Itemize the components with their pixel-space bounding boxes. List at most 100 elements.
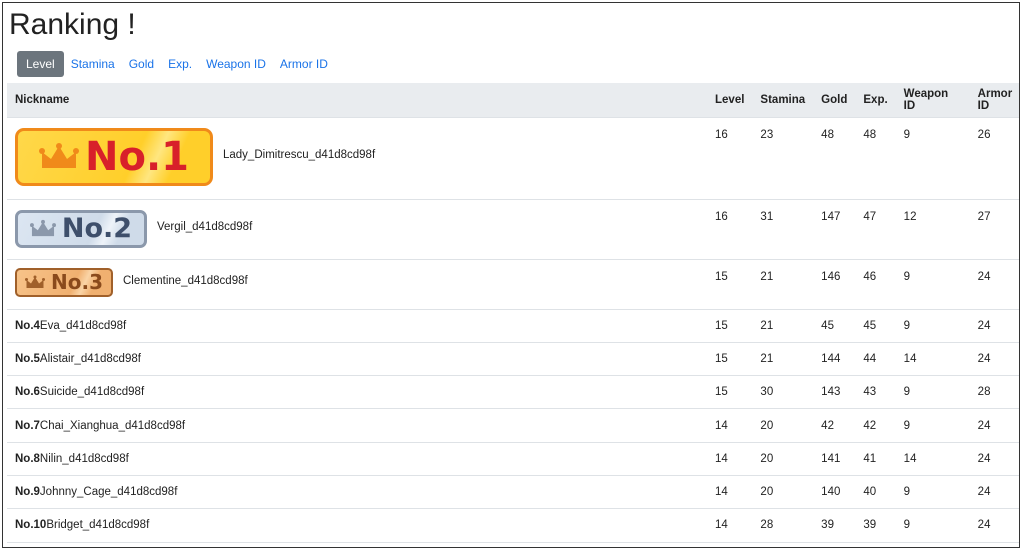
- stamina-cell: 20: [752, 442, 814, 476]
- table-row: No.10Bridget_d41d8cd98f 14 28 39 39 9 24: [7, 508, 1019, 543]
- tab-level[interactable]: Level: [17, 51, 64, 77]
- stamina-cell: 20: [752, 408, 814, 443]
- weapon-cell: 9: [895, 259, 970, 310]
- crown-icon: [29, 219, 56, 236]
- rank-label: No.7: [15, 419, 40, 432]
- player-nickname: Lady_Dimitrescu_d41d8cd98f: [223, 148, 376, 161]
- exp-cell: 44: [855, 342, 896, 377]
- tab-armor-id[interactable]: Armor ID: [273, 51, 335, 77]
- level-cell: 14: [707, 408, 753, 443]
- player-nickname: Bridget_d41d8cd98f: [46, 519, 150, 532]
- exp-cell: 48: [855, 117, 896, 200]
- gold-cell: 45: [813, 309, 856, 343]
- exp-cell: 39: [855, 508, 896, 543]
- rank-1-badge: No.1: [15, 127, 213, 186]
- weapon-cell: 9: [895, 408, 970, 443]
- weapon-cell: 9: [895, 309, 970, 343]
- ranking-table: Nickname Level Stamina Gold Exp. Weapon …: [7, 83, 1019, 543]
- tab-stamina[interactable]: Stamina: [64, 51, 122, 77]
- nickname-cell: No.4Eva_d41d8cd98f: [7, 309, 707, 343]
- table-row: No.7Chai_Xianghua_d41d8cd98f 14 20 42 42 9 24: [7, 408, 1019, 443]
- tab-exp[interactable]: Exp.: [161, 51, 199, 77]
- gold-cell: 42: [813, 408, 856, 443]
- nickname-cell: No.3 Clementine_d41d8cd98f: [7, 259, 707, 310]
- armor-cell: 24: [969, 442, 1019, 476]
- exp-cell: 45: [855, 309, 896, 343]
- gold-cell: 147: [813, 199, 856, 260]
- tab-weapon-id[interactable]: Weapon ID: [199, 51, 273, 77]
- header-weapon-id[interactable]: Weapon ID: [895, 83, 970, 118]
- crown-icon: [39, 142, 79, 168]
- exp-cell: 43: [855, 375, 896, 410]
- table-header-row: Nickname Level Stamina Gold Exp. Weapon …: [7, 83, 1019, 118]
- badge-label: No.2: [61, 213, 133, 244]
- weapon-cell: 9: [895, 475, 970, 510]
- exp-cell: 41: [855, 442, 896, 476]
- weapon-cell: 14: [895, 442, 970, 476]
- page-title: Ranking !: [9, 8, 136, 41]
- player-nickname: Vergil_d41d8cd98f: [157, 220, 253, 233]
- rank-label: No.9: [15, 486, 40, 499]
- player-nickname: Johnny_Cage_d41d8cd98f: [39, 486, 178, 499]
- armor-cell: 24: [969, 508, 1019, 543]
- table-row: No.1 Lady_Dimitrescu_d41d8cd98f 16 23 48…: [7, 117, 1019, 200]
- weapon-cell: 9: [895, 375, 970, 410]
- exp-cell: 46: [855, 259, 896, 310]
- rank-label: No.6: [15, 386, 40, 399]
- weapon-cell: 12: [895, 199, 970, 260]
- weapon-cell: 9: [895, 117, 970, 200]
- header-gold[interactable]: Gold: [813, 83, 856, 118]
- stamina-cell: 21: [752, 259, 814, 310]
- stamina-cell: 20: [752, 475, 814, 510]
- level-cell: 14: [707, 508, 753, 543]
- crown-icon: [25, 275, 45, 288]
- badge-label: No.1: [85, 133, 189, 180]
- header-stamina[interactable]: Stamina: [752, 83, 814, 118]
- armor-cell: 28: [969, 375, 1019, 410]
- gold-cell: 144: [813, 342, 856, 377]
- stamina-cell: 31: [752, 199, 814, 260]
- gold-cell: 146: [813, 259, 856, 310]
- nickname-cell: No.2 Vergil_d41d8cd98f: [7, 199, 707, 260]
- rank-label: No.10: [15, 519, 47, 532]
- nickname-cell: No.6Suicide_d41d8cd98f: [7, 375, 707, 410]
- level-cell: 14: [707, 442, 753, 476]
- table-row: No.8Nilin_d41d8cd98f 14 20 141 41 14 24: [7, 442, 1019, 476]
- sort-tabs: Level Stamina Gold Exp. Weapon ID Armor …: [17, 51, 335, 77]
- armor-cell: 24: [969, 475, 1019, 510]
- header-exp[interactable]: Exp.: [855, 83, 896, 118]
- exp-cell: 47: [855, 199, 896, 260]
- armor-cell: 24: [969, 259, 1019, 310]
- nickname-cell: No.9Johnny_Cage_d41d8cd98f: [7, 475, 707, 510]
- rank-2-badge: No.2: [15, 209, 147, 248]
- nickname-cell: No.10Bridget_d41d8cd98f: [7, 508, 707, 543]
- stamina-cell: 21: [752, 342, 814, 377]
- gold-cell: 140: [813, 475, 856, 510]
- armor-cell: 24: [969, 408, 1019, 443]
- stamina-cell: 30: [752, 375, 814, 410]
- level-cell: 15: [707, 309, 753, 343]
- weapon-cell: 9: [895, 508, 970, 543]
- table-row: No.4Eva_d41d8cd98f 15 21 45 45 9 24: [7, 309, 1019, 343]
- armor-cell: 24: [969, 309, 1019, 343]
- level-cell: 14: [707, 475, 753, 510]
- nickname-cell: No.7Chai_Xianghua_d41d8cd98f: [7, 408, 707, 443]
- stamina-cell: 23: [752, 117, 814, 200]
- header-nickname[interactable]: Nickname: [7, 83, 707, 118]
- header-armor-id[interactable]: Armor ID: [969, 83, 1019, 118]
- level-cell: 16: [707, 199, 753, 260]
- header-level[interactable]: Level: [707, 83, 753, 118]
- rank-3-badge: No.3: [15, 267, 113, 297]
- player-nickname: Suicide_d41d8cd98f: [39, 386, 145, 399]
- nickname-cell: No.5Alistair_d41d8cd98f: [7, 342, 707, 377]
- gold-cell: 48: [813, 117, 856, 200]
- rank-label: No.8: [15, 452, 40, 465]
- level-cell: 15: [707, 342, 753, 377]
- level-cell: 15: [707, 259, 753, 310]
- player-nickname: Clementine_d41d8cd98f: [123, 275, 248, 287]
- table-row: No.5Alistair_d41d8cd98f 15 21 144 44 14 24: [7, 342, 1019, 377]
- tab-gold[interactable]: Gold: [122, 51, 161, 77]
- nickname-cell: No.8Nilin_d41d8cd98f: [7, 442, 707, 476]
- gold-cell: 141: [813, 442, 856, 476]
- nickname-cell: No.1 Lady_Dimitrescu_d41d8cd98f: [7, 117, 707, 200]
